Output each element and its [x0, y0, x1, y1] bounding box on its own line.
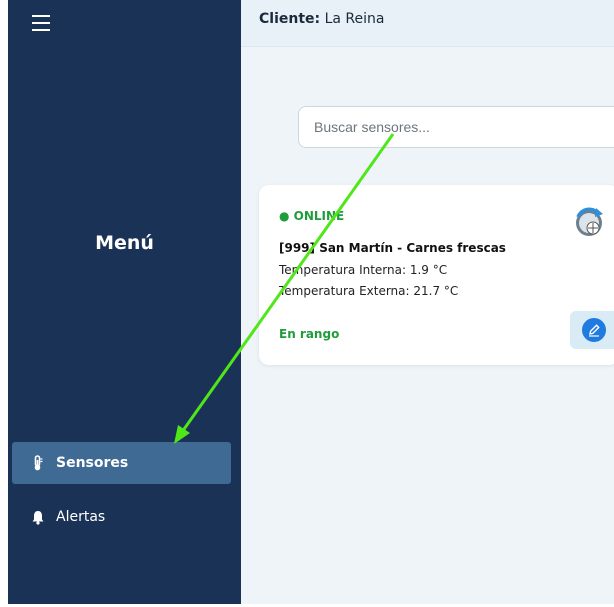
bell-icon: [30, 510, 46, 525]
main-content: Cliente: La Reina ● ONLINE [999] San Mar…: [241, 0, 614, 604]
refrigeration-status-icon[interactable]: [572, 205, 606, 239]
client-label: Cliente:: [259, 11, 321, 27]
thermometer-icon: [30, 455, 46, 471]
sensor-card[interactable]: ● ONLINE [999] San Martín - Carnes fresc…: [259, 185, 614, 365]
sensor-name: [999] San Martín - Carnes frescas: [279, 241, 506, 255]
temperature-internal: Temperatura Interna: 1.9 °C: [279, 263, 448, 277]
search-input[interactable]: [298, 106, 614, 148]
topbar: Cliente: La Reina: [241, 0, 614, 47]
client-name: La Reina: [324, 11, 385, 27]
sidebar-item-sensores[interactable]: Sensores: [12, 442, 231, 484]
edit-button-container: [570, 311, 614, 349]
status-badge: ● ONLINE: [279, 209, 345, 223]
edit-pencil-icon[interactable]: [581, 317, 607, 343]
sidebar-item-label: Alertas: [56, 509, 106, 525]
client-info: Cliente: La Reina: [259, 11, 384, 27]
sidebar-item-label: Sensores: [56, 455, 129, 471]
temperature-external: Temperatura Externa: 21.7 °C: [279, 284, 459, 298]
hamburger-menu-icon[interactable]: [32, 15, 50, 31]
range-status: En rango: [279, 327, 340, 341]
sidebar-item-alertas[interactable]: Alertas: [12, 496, 231, 538]
menu-title: Menú: [95, 232, 154, 254]
